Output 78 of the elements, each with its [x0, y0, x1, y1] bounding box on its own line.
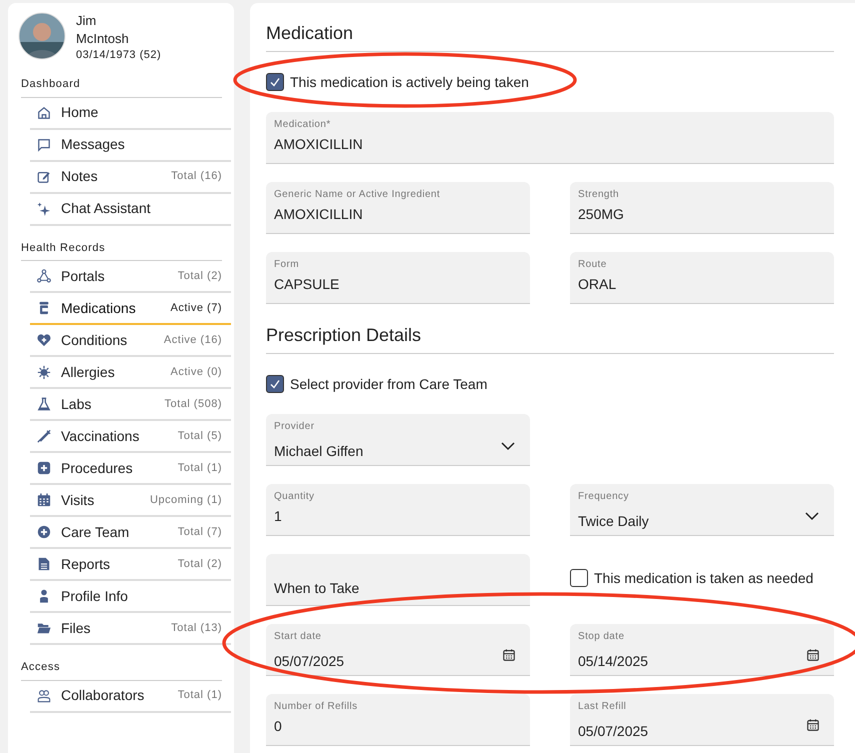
date-field[interactable]: Stop date 05/14/2025	[570, 624, 834, 676]
select-field[interactable]: Frequency Twice Daily	[570, 484, 834, 536]
section-title: Medication	[266, 20, 834, 52]
flask-icon	[37, 397, 51, 411]
syringe-icon	[37, 429, 51, 443]
nav-item[interactable]: Conditions Active (16)	[30, 325, 231, 357]
checkbox[interactable]	[266, 73, 284, 91]
count-label: Active (16)	[164, 332, 222, 348]
folder-icon	[37, 621, 51, 635]
nav-item[interactable]: Chat Assistant	[30, 194, 231, 226]
section-heading: Access	[21, 659, 222, 680]
nav-item[interactable]: Notes Total (16)	[30, 162, 231, 194]
calendar-icon[interactable]	[806, 718, 820, 732]
heart-plus-icon	[37, 333, 51, 347]
home-icon	[37, 106, 51, 120]
nav-item[interactable]: Portals Total (2)	[30, 261, 231, 293]
checkbox[interactable]	[570, 569, 588, 587]
section-heading: Health Records	[21, 240, 222, 261]
plus-square-icon	[37, 461, 51, 475]
checkbox-label: This medication is actively being taken	[290, 72, 529, 92]
check-icon	[269, 378, 281, 390]
date-field[interactable]: Last Refill 05/07/2025	[570, 694, 834, 746]
nav-item[interactable]: Care Team Total (7)	[30, 517, 231, 549]
plus-circle-icon	[37, 525, 51, 539]
input-field[interactable]: Number of Refills 0	[266, 694, 530, 746]
count-label: Total (1)	[178, 688, 222, 704]
count-label: Total (7)	[178, 524, 222, 540]
nav-item[interactable]: Collaborators Total (1)	[30, 680, 231, 712]
patient-first-name: Jim	[76, 12, 98, 30]
network-icon	[37, 269, 51, 283]
sparkle-icon	[37, 202, 51, 216]
count-label: Total (5)	[178, 428, 222, 444]
nav-item[interactable]: Procedures Total (1)	[30, 453, 231, 485]
input-field[interactable]: Quantity 1	[266, 484, 530, 536]
checkbox[interactable]	[266, 375, 284, 393]
count-label: Active (7)	[170, 300, 222, 316]
date-field[interactable]: Start date 05/07/2025	[266, 624, 530, 676]
input-field[interactable]: Route ORAL	[570, 252, 834, 304]
nav-item[interactable]: Visits Upcoming (1)	[30, 485, 231, 517]
section-heading: Dashboard	[21, 76, 222, 98]
select-field[interactable]: Provider Michael Giffen	[266, 414, 530, 466]
document-icon	[37, 557, 51, 571]
count-label: Total (2)	[178, 268, 222, 284]
calendar-icon[interactable]	[806, 648, 820, 662]
nav-item[interactable]: Allergies Active (0)	[30, 357, 231, 389]
pill-bottle-icon	[37, 301, 51, 315]
nav-item[interactable]: Medications Active (7)	[30, 293, 231, 325]
input-field[interactable]: Generic Name or Active Ingredient AMOXICILLIN	[266, 182, 530, 234]
text-area[interactable]: When to Take	[266, 554, 530, 606]
person-icon	[37, 589, 51, 603]
people-icon	[37, 688, 51, 702]
checkbox-label: This medication is taken as needed	[594, 568, 814, 588]
chat-icon	[37, 138, 51, 152]
count-label: Total (13)	[171, 620, 222, 636]
birth-date: 03/14/1973 (52)	[76, 48, 162, 62]
nav-item[interactable]: Messages	[30, 130, 231, 162]
input-field[interactable]: Medication* AMOXICILLIN	[266, 112, 834, 164]
count-label: Active (0)	[170, 364, 222, 380]
input-field[interactable]: Strength 250MG	[570, 182, 834, 234]
calendar-icon	[37, 493, 51, 507]
check-icon	[269, 76, 281, 88]
nav-item[interactable]: Files Total (13)	[30, 613, 231, 645]
patient-last-name: McIntosh	[76, 30, 130, 48]
section-title: Prescription Details	[266, 322, 834, 354]
calendar-icon[interactable]	[502, 648, 516, 662]
checkbox-label: Select provider from Care Team	[290, 374, 488, 394]
nav-item[interactable]: Vaccinations Total (5)	[30, 421, 231, 453]
count-label: Upcoming (1)	[150, 492, 222, 508]
count-label: Total (16)	[171, 169, 222, 184]
input-field[interactable]: Form CAPSULE	[266, 252, 530, 304]
count-label: Total (1)	[178, 460, 222, 476]
pencil-square-icon	[37, 170, 51, 184]
nav-item[interactable]: Reports Total (2)	[30, 549, 231, 581]
nav-item[interactable]: Labs Total (508)	[30, 389, 231, 421]
count-label: Total (508)	[164, 396, 222, 412]
nav-item[interactable]: Profile Info	[30, 581, 231, 613]
count-label: Total (2)	[178, 556, 222, 572]
nav-item[interactable]: Home	[30, 98, 231, 130]
